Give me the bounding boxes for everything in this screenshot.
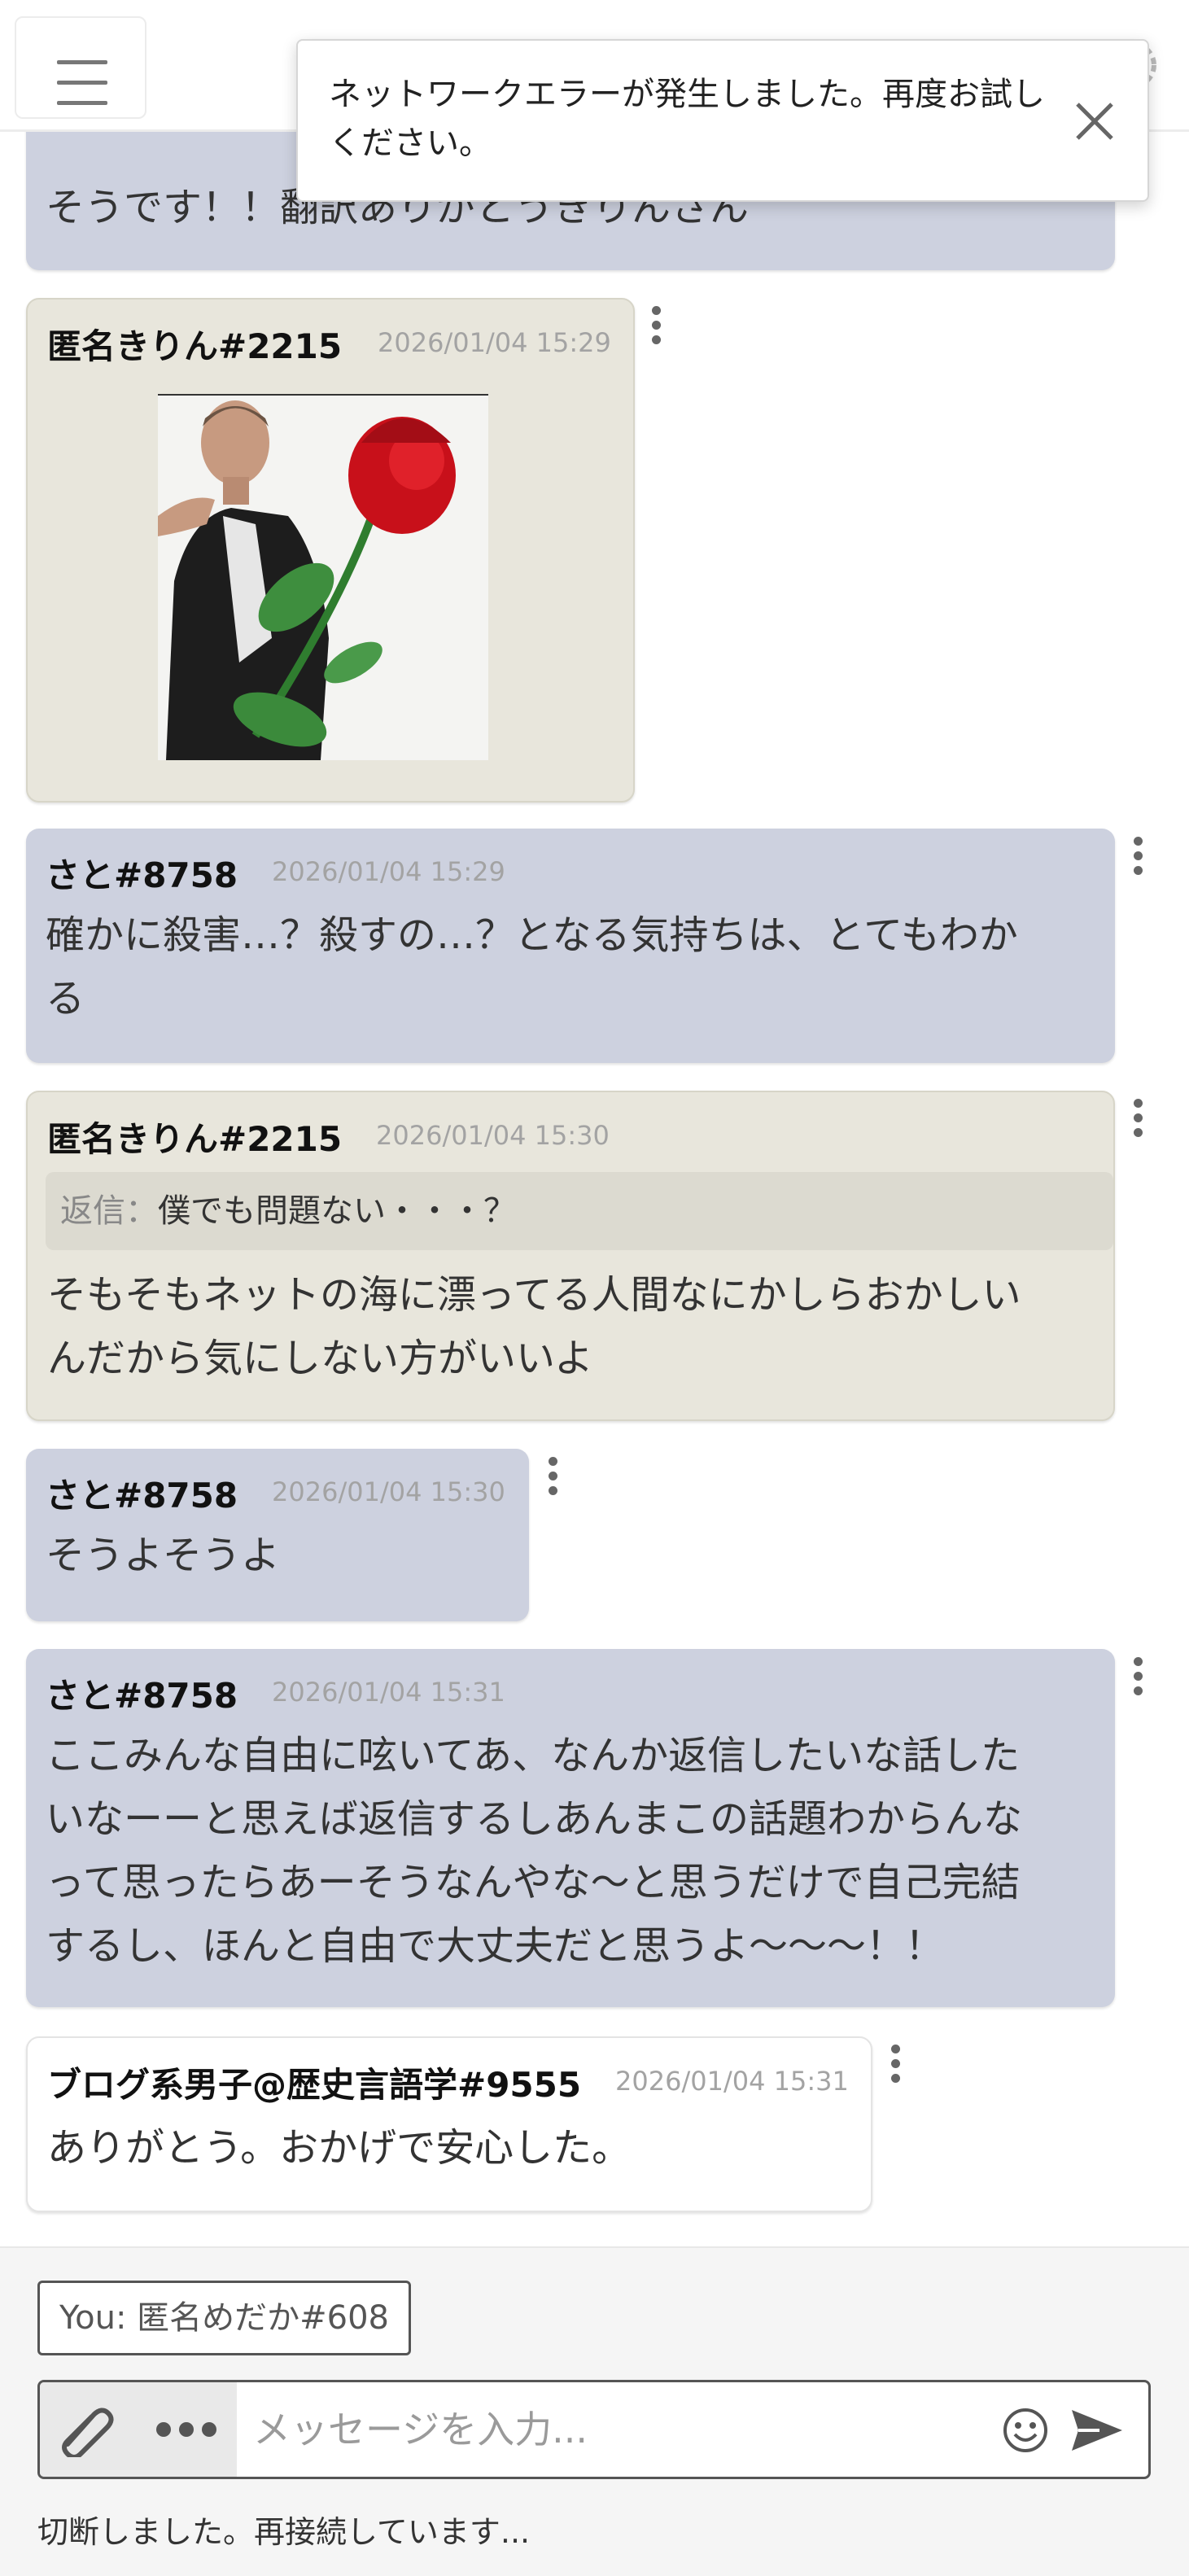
close-icon[interactable] (1073, 99, 1117, 143)
message-bubble: さと#8758 2026/01/04 15:29 確かに殺害…？殺すの…？となる… (26, 829, 1115, 1063)
message-options-icon[interactable] (647, 303, 667, 348)
message-text: ここみんな自由に呟いてあ、なんか返信したいな話した いなーーと思えば返信するしあ… (46, 1733, 1023, 1969)
message-author: ブログ系男子@歴史言語学#9555 (47, 2065, 582, 2105)
message-timestamp: 2026/01/04 15:29 (272, 856, 505, 887)
emoji-icon[interactable] (1002, 2407, 1049, 2454)
more-options-icon[interactable] (155, 2421, 217, 2438)
message-options-icon[interactable] (544, 1454, 563, 1499)
error-toast: ネットワークエラーが発生しました。再度お試しください。 (296, 39, 1149, 202)
message-options-icon[interactable] (1129, 1096, 1148, 1141)
message-options-icon[interactable] (1129, 1654, 1148, 1699)
message-author: さと#8758 (46, 1676, 238, 1716)
message-bubble: さと#8758 2026/01/04 15:31 ここみんな自由に呟いてあ、なん… (26, 1649, 1115, 2007)
message-text: そうよそうよ (46, 1533, 281, 1578)
hamburger-menu-button[interactable] (15, 16, 146, 119)
message-author: 匿名きりん#2215 (47, 326, 343, 366)
message-timestamp: 2026/01/04 15:30 (272, 1476, 505, 1507)
man-with-red-rose-image[interactable] (158, 394, 488, 760)
reply-label: 返信： (60, 1192, 158, 1230)
message-text: 確かに殺害…？殺すの…？となる気持ちは、とてもわか る (46, 912, 1018, 1021)
send-icon[interactable] (1070, 2407, 1124, 2454)
toast-message: ネットワークエラーが発生しました。再度お試しください。 (329, 76, 1045, 162)
message-bubble: 匿名きりん#2215 2026/01/04 15:30 返信：僕でも問題ない・・… (26, 1091, 1115, 1421)
message-input[interactable]: メッセージを入力... (253, 2382, 588, 2477)
chat-app: そうです！！翻訳ありがとうきりんさん 匿名きりん#2215 2026/01/04… (0, 0, 1189, 2576)
message-text: そもそもネットの海に漂ってる人間なにかしらおかしい んだから気にしない方がいいよ (47, 1272, 1021, 1381)
message-bubble: 匿名きりん#2215 2026/01/04 15:29 (26, 298, 635, 803)
message-input-bar: メッセージを入力... (37, 2380, 1151, 2479)
input-tools (40, 2382, 237, 2477)
message-options-icon[interactable] (886, 2041, 906, 2087)
message-bubble: さと#8758 2026/01/04 15:30 そうよそうよ (26, 1449, 529, 1621)
message-author: さと#8758 (46, 1476, 238, 1515)
composer-area: You: 匿名めだか#608 メッセージを入力... 切断しました。再接続してい… (0, 2246, 1189, 2576)
connection-status: 切断しました。再接続しています... (37, 2514, 531, 2550)
message-text: ありがとう。おかげで安心した。 (47, 2125, 632, 2171)
message-author: さと#8758 (46, 855, 238, 895)
paperclip-icon[interactable] (58, 2403, 115, 2457)
current-user-badge: You: 匿名めだか#608 (37, 2281, 411, 2355)
message-author: 匿名きりん#2215 (47, 1119, 343, 1159)
message-timestamp: 2026/01/04 15:31 (272, 1677, 505, 1708)
message-timestamp: 2026/01/04 15:29 (378, 327, 611, 358)
reply-quote[interactable]: 返信：僕でも問題ない・・・？ (46, 1172, 1113, 1250)
message-timestamp: 2026/01/04 15:31 (615, 2066, 849, 2097)
reply-text: 僕でも問題ない・・・？ (158, 1192, 516, 1230)
message-bubble: ブログ系男子@歴史言語学#9555 2026/01/04 15:31 ありがとう… (26, 2036, 872, 2212)
message-options-icon[interactable] (1129, 833, 1148, 879)
message-timestamp: 2026/01/04 15:30 (376, 1120, 610, 1151)
